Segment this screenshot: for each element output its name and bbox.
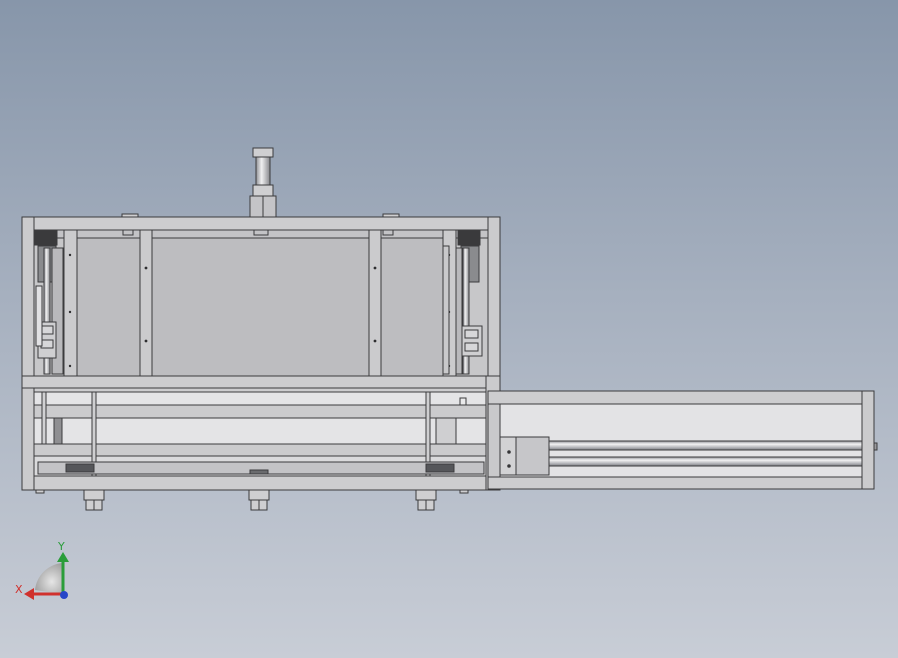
side-slide-frame [487,390,878,490]
upper-frame [21,213,501,389]
y-axis-label: Y [57,540,65,553]
z-axis-dot-icon [60,591,68,599]
lower-frame [21,375,501,491]
cad-viewport[interactable]: Y X [0,0,898,658]
orientation-triad: Y X [15,540,69,600]
top-cylinder [249,147,277,218]
cad-drawing[interactable]: Y X [0,0,898,658]
left-actuator [34,230,64,375]
x-axis-label: X [15,583,23,596]
triad-cone-icon [35,563,63,594]
feet [35,489,469,511]
